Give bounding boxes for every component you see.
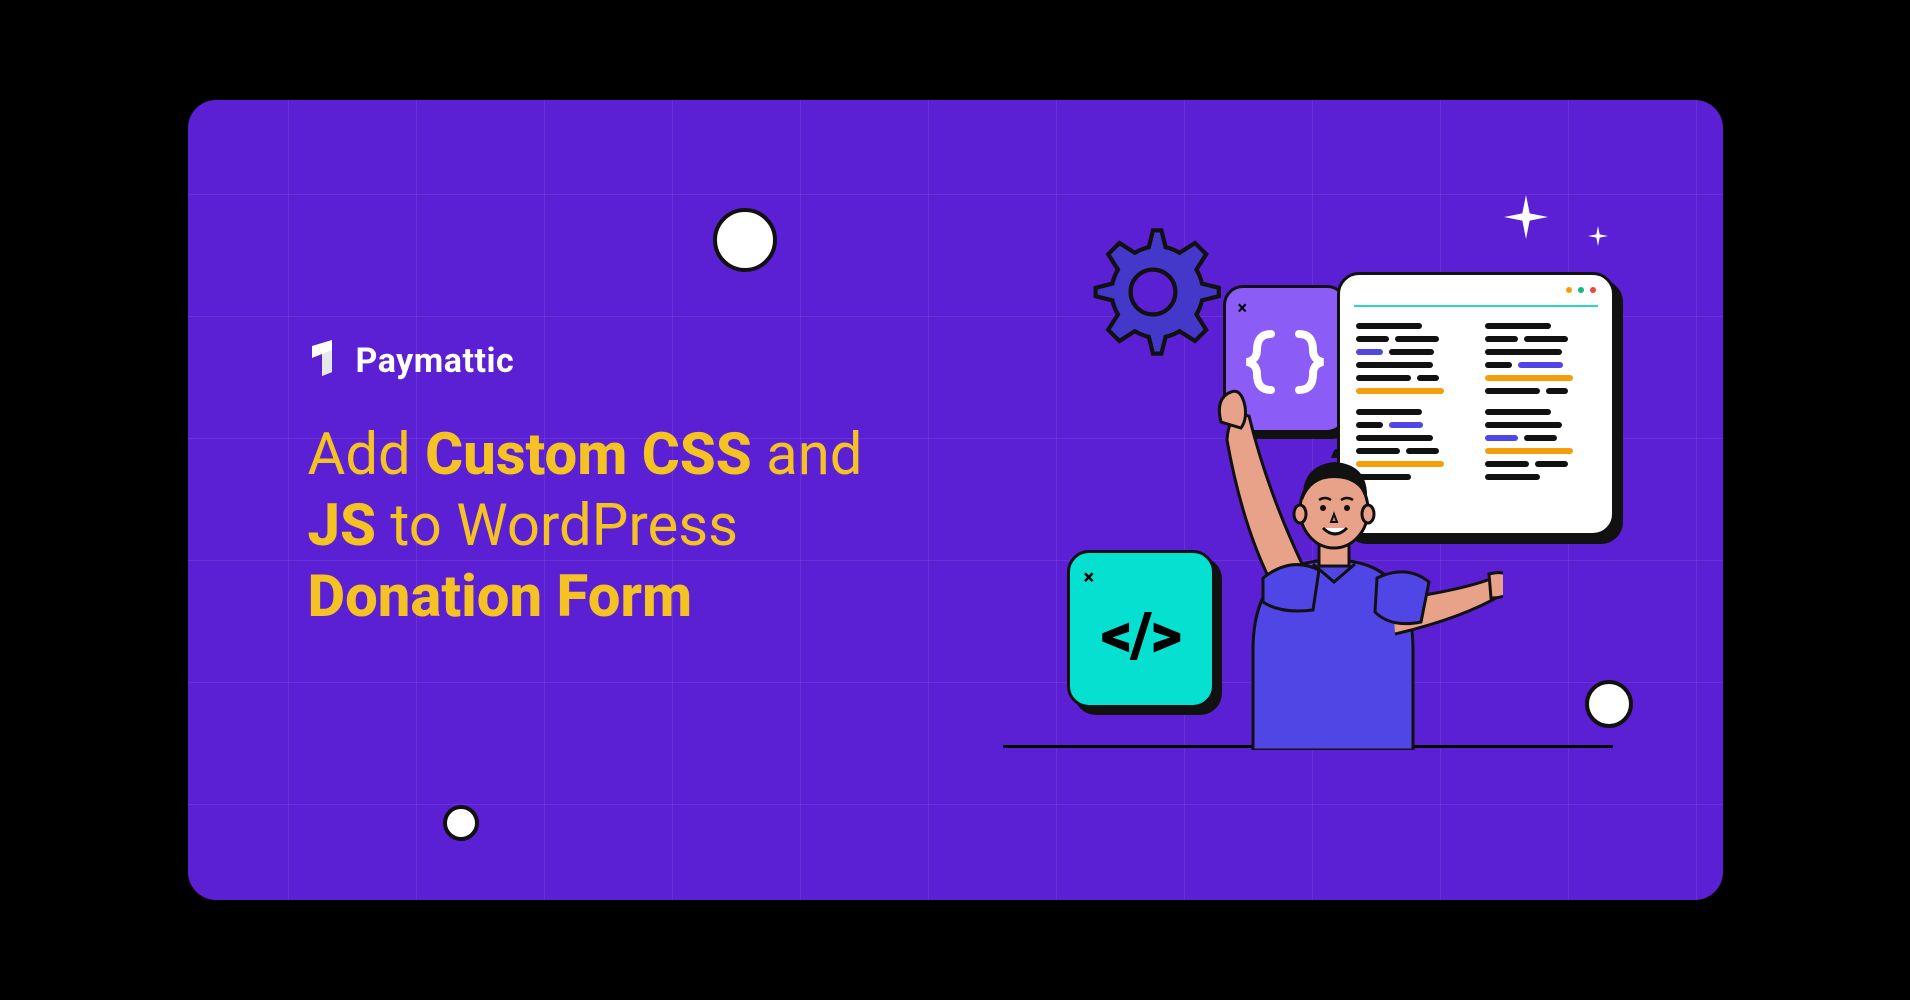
brand-name: Paymattic (356, 341, 515, 381)
heading-bold: Donation Form (308, 563, 693, 631)
window-controls-icon (1566, 287, 1596, 293)
logo-mark-icon (308, 340, 342, 382)
decorative-circle (713, 208, 777, 272)
decorative-circle (443, 805, 479, 841)
heading-text: Add (308, 421, 426, 489)
heading-bold: Custom CSS (425, 421, 752, 489)
person-illustration (1163, 350, 1503, 750)
brand-logo: Paymattic (308, 340, 515, 382)
gear-icon (1083, 222, 1223, 362)
heading-text: to WordPress (376, 492, 738, 560)
editor-divider (1354, 305, 1598, 307)
heading-bold: JS (308, 492, 377, 560)
illustration: × (943, 230, 1603, 750)
hero-banner: Paymattic Add Custom CSS and JS to WordP… (188, 100, 1723, 900)
heading-text: and (752, 421, 863, 489)
close-icon: × (1238, 298, 1248, 319)
hero-heading: Add Custom CSS and JS to WordPress Donat… (308, 420, 928, 632)
